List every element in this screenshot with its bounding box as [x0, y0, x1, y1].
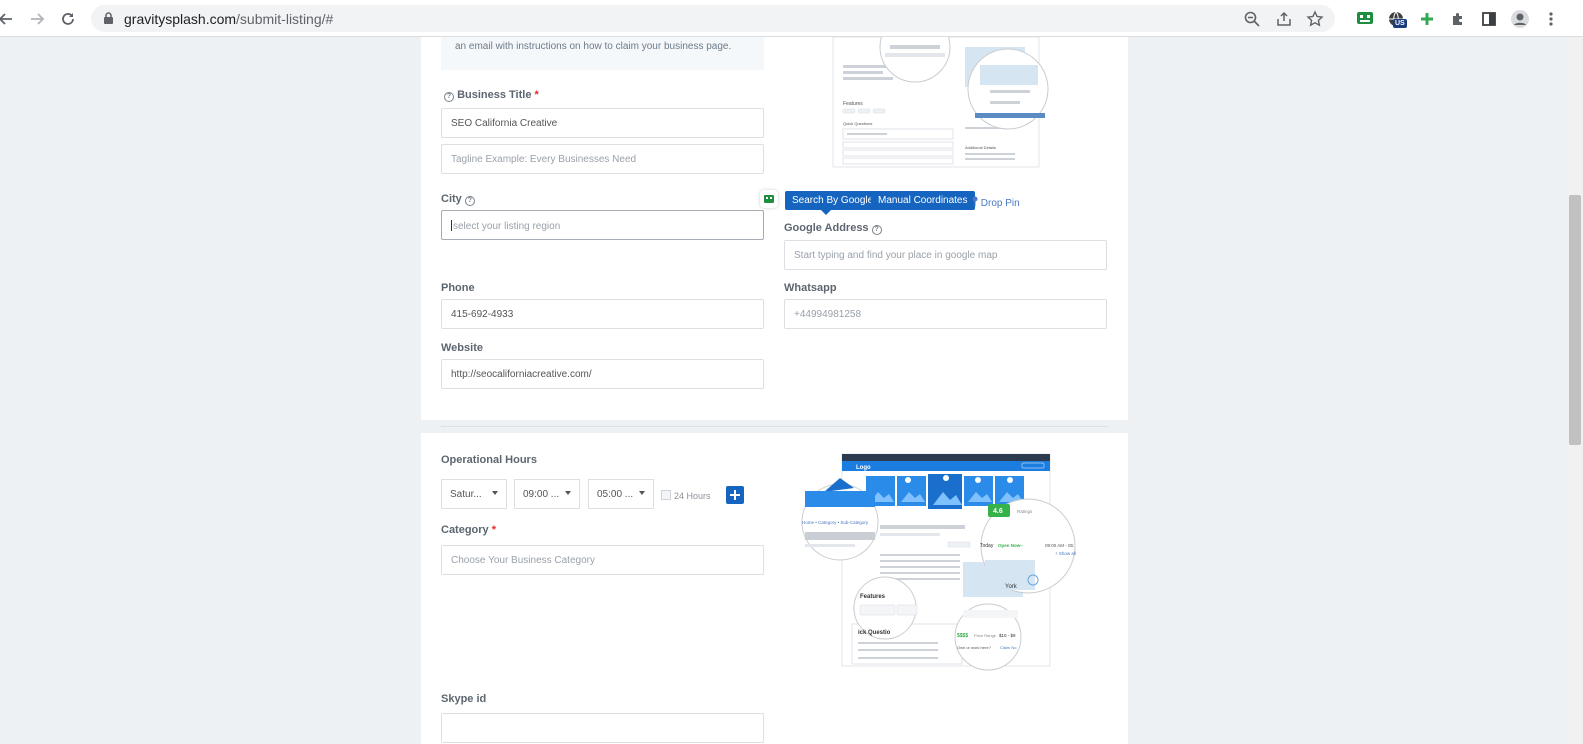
preview-image-strip: [866, 474, 1024, 509]
vpn-badge: US: [1393, 19, 1407, 28]
open-time-select[interactable]: 09:00 ...: [514, 479, 580, 509]
category-input[interactable]: Choose Your Business Category: [441, 545, 764, 575]
listing-preview-illustration: Features Quick Questions Additional Deta…: [832, 37, 1049, 168]
google-address-input[interactable]: Start typing and find your place in goog…: [784, 240, 1107, 270]
city-label: City ?: [441, 193, 475, 206]
tagline-input[interactable]: Tagline Example: Every Businesses Need: [441, 144, 764, 174]
preview-features-heading: Features: [860, 594, 886, 600]
page-scrollbar-thumb[interactable]: [1569, 195, 1581, 445]
business-title-input[interactable]: SEO California Creative: [441, 108, 764, 138]
phone-label: Phone: [441, 282, 475, 294]
google-address-label: Google Address ?: [784, 222, 882, 235]
chevron-down-icon: [639, 491, 645, 495]
24-hours-label: 24 Hours: [674, 491, 711, 501]
section-divider: [441, 426, 1108, 427]
claim-info-box: an email with instructions on how to cla…: [441, 37, 764, 70]
preview-today-text: Today: [980, 543, 994, 549]
side-panel-icon[interactable]: [1478, 8, 1500, 30]
whatsapp-input[interactable]: +44994981258: [784, 299, 1107, 329]
skype-label: Skype id: [441, 693, 487, 705]
skype-input[interactable]: [441, 713, 764, 743]
phone-input[interactable]: 415-692-4933: [441, 299, 764, 329]
url-text: gravitysplash.com/submit-listing/#: [124, 11, 334, 27]
extensions-puzzle-icon[interactable]: [1447, 8, 1469, 30]
pin-icon: [972, 196, 978, 206]
extension-monitor-icon[interactable]: [1354, 8, 1376, 30]
preview-rating-text: 4.6: [993, 508, 1003, 515]
browser-toolbar: gravitysplash.com/submit-listing/# US: [0, 0, 1583, 37]
profile-avatar-icon[interactable]: [1509, 8, 1531, 30]
preview-price-tag: $$$$: [957, 633, 968, 639]
bookmark-star-icon[interactable]: [1306, 10, 1324, 28]
preview-features-text: Features: [843, 101, 863, 107]
city-input[interactable]: select your listing region: [441, 210, 764, 240]
zoom-out-icon[interactable]: [1243, 10, 1261, 28]
text-caret: [451, 220, 452, 231]
website-input[interactable]: http://seocaliforniacreative.com/: [441, 359, 764, 389]
menu-kebab-icon[interactable]: [1540, 8, 1562, 30]
close-time-select[interactable]: 05:00 ...: [588, 479, 654, 509]
add-hours-button[interactable]: [726, 486, 744, 504]
listing-detail-illustration: Logo Home • Category • Sub-Category 4.6 …: [801, 453, 1076, 671]
form-helper-widget-icon[interactable]: [760, 190, 778, 208]
business-title-label: ? Business Title *: [444, 89, 539, 102]
preview-quick-questions-heading: ick Questio: [858, 630, 891, 636]
day-select[interactable]: Satur...: [441, 479, 507, 509]
reload-icon[interactable]: [58, 9, 78, 29]
preview-city-text: York: [1005, 584, 1018, 590]
help-icon[interactable]: ?: [871, 225, 882, 235]
claim-info-text: an email with instructions on how to cla…: [455, 41, 732, 52]
category-label: Category *: [441, 524, 497, 536]
help-icon[interactable]: ?: [444, 92, 454, 102]
whatsapp-label: Whatsapp: [784, 282, 837, 294]
chevron-down-icon: [492, 491, 498, 495]
preview-claim-link: Claim No: [1000, 645, 1017, 650]
address-bar[interactable]: gravitysplash.com/submit-listing/#: [91, 5, 1335, 32]
vpn-globe-icon[interactable]: US: [1385, 8, 1407, 30]
preview-ratings-label: Ratings: [1017, 509, 1033, 514]
preview-breadcrumb-text: Home • Category • Sub-Category: [802, 520, 869, 525]
preview-price-range-label: Price Range: [974, 633, 997, 638]
operational-hours-label: Operational Hours: [441, 454, 537, 466]
back-icon[interactable]: [0, 9, 16, 29]
help-icon[interactable]: ?: [464, 196, 475, 206]
preview-logo-text: Logo: [856, 465, 871, 471]
share-icon[interactable]: [1275, 10, 1293, 28]
preview-price-value: $10 - $9: [999, 633, 1016, 638]
preview-show-all-text: + Show all: [1055, 551, 1076, 556]
preview-hours-text: 09:00 AM - 05:: [1045, 543, 1074, 548]
drop-pin-link[interactable]: Drop Pin: [972, 196, 1020, 209]
website-label: Website: [441, 342, 483, 354]
24-hours-checkbox[interactable]: [661, 490, 671, 500]
preview-claim-question: Own or work here?: [957, 645, 992, 650]
preview-open-now-text: Open Now~: [998, 543, 1023, 548]
preview-additional-details-text: Additional Details: [965, 145, 996, 150]
chevron-down-icon: [565, 491, 571, 495]
extension-plus-icon[interactable]: [1416, 8, 1438, 30]
search-by-google-button[interactable]: Search By Google: [785, 191, 881, 215]
manual-coordinates-button[interactable]: Manual Coordinates: [871, 191, 975, 210]
preview-quick-questions-text: Quick Questions: [843, 121, 872, 126]
forward-icon[interactable]: [27, 9, 47, 29]
lock-icon: [104, 12, 113, 24]
